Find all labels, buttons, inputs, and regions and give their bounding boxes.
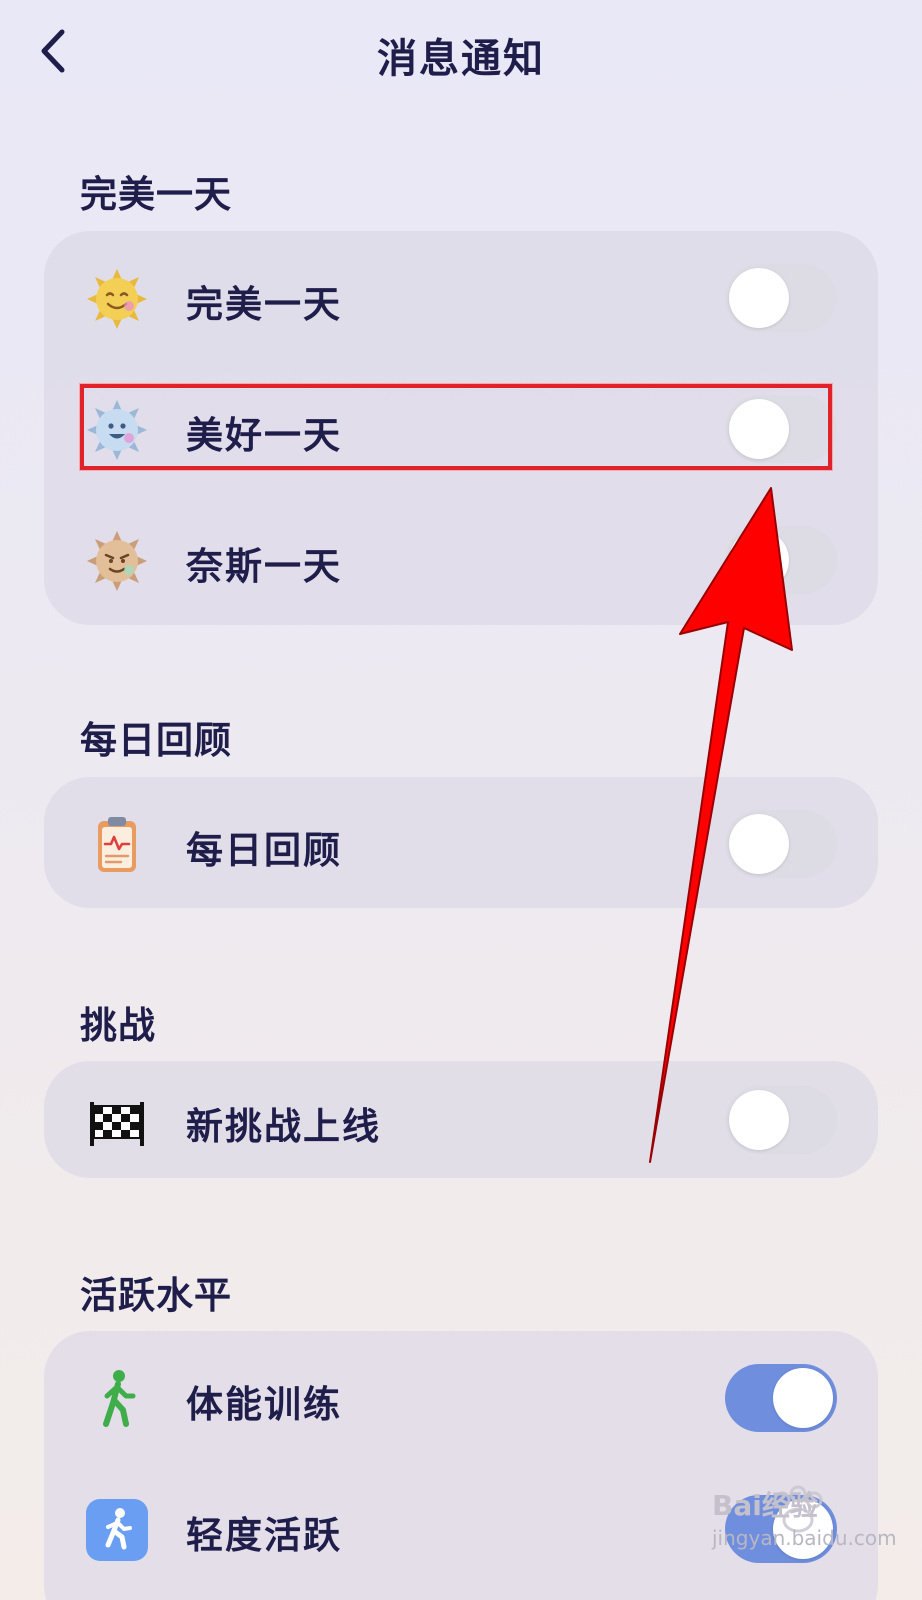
blue-sun-icon	[87, 400, 147, 460]
toggle-switch-fitness-training[interactable]	[725, 1364, 837, 1432]
walking-person-icon	[103, 1370, 136, 1427]
clipboard-icon	[98, 817, 136, 872]
toggle-knob	[729, 399, 789, 459]
checkered-flag-icon	[90, 1102, 144, 1146]
section-title-perfect-day: 完美一天	[80, 173, 232, 216]
watermark-domain: jingyan.baidu.com	[712, 1526, 897, 1550]
toggle-switch-good-day[interactable]	[725, 395, 837, 463]
setting-label: 新挑战上线	[186, 1105, 381, 1148]
setting-label: 美好一天	[186, 414, 342, 457]
setting-row-perfect-day[interactable]: 完美一天	[44, 231, 878, 365]
toggle-switch-nice-day[interactable]	[725, 526, 837, 594]
section-title-daily-review: 每日回顾	[80, 719, 232, 762]
header: 消息通知	[0, 0, 922, 100]
smiling-sun-icon	[87, 269, 147, 329]
setting-row-nice-day[interactable]: 奈斯一天	[44, 493, 878, 625]
setting-row-good-day[interactable]: 美好一天	[44, 362, 878, 496]
setting-label: 每日回顾	[186, 829, 342, 872]
setting-label: 完美一天	[186, 283, 342, 326]
setting-label: 体能训练	[186, 1383, 342, 1426]
toggle-knob	[773, 1368, 833, 1428]
setting-label: 奈斯一天	[186, 545, 342, 588]
setting-label: 轻度活跃	[186, 1514, 342, 1557]
watermark-brand: Bai经验	[712, 1489, 818, 1522]
setting-row-daily-review[interactable]: 每日回顾	[44, 777, 878, 908]
toggle-switch-daily-review[interactable]	[725, 810, 837, 878]
page-title: 消息通知	[377, 36, 545, 82]
daily-review-card: 每日回顾	[44, 777, 878, 908]
challenge-card: 新挑战上线	[44, 1061, 878, 1178]
perfect-day-card: 完美一天 美好一天 奈斯一天	[44, 231, 878, 625]
toggle-knob	[729, 268, 789, 328]
toggle-knob	[729, 1090, 789, 1150]
section-title-activity-level: 活跃水平	[80, 1274, 232, 1317]
running-person-icon	[86, 1499, 148, 1561]
tan-sun-icon	[87, 531, 147, 591]
setting-row-new-challenge[interactable]: 新挑战上线	[44, 1061, 878, 1178]
section-title-challenge: 挑战	[80, 1004, 156, 1047]
toggle-knob	[729, 814, 789, 874]
watermark-text: Bai经验 jingyan.baidu.com	[712, 1489, 897, 1550]
toggle-knob	[729, 530, 789, 590]
toggle-switch-new-challenge[interactable]	[725, 1086, 837, 1154]
toggle-switch-perfect-day[interactable]	[725, 264, 837, 332]
setting-row-fitness-training[interactable]: 体能训练	[44, 1331, 878, 1465]
